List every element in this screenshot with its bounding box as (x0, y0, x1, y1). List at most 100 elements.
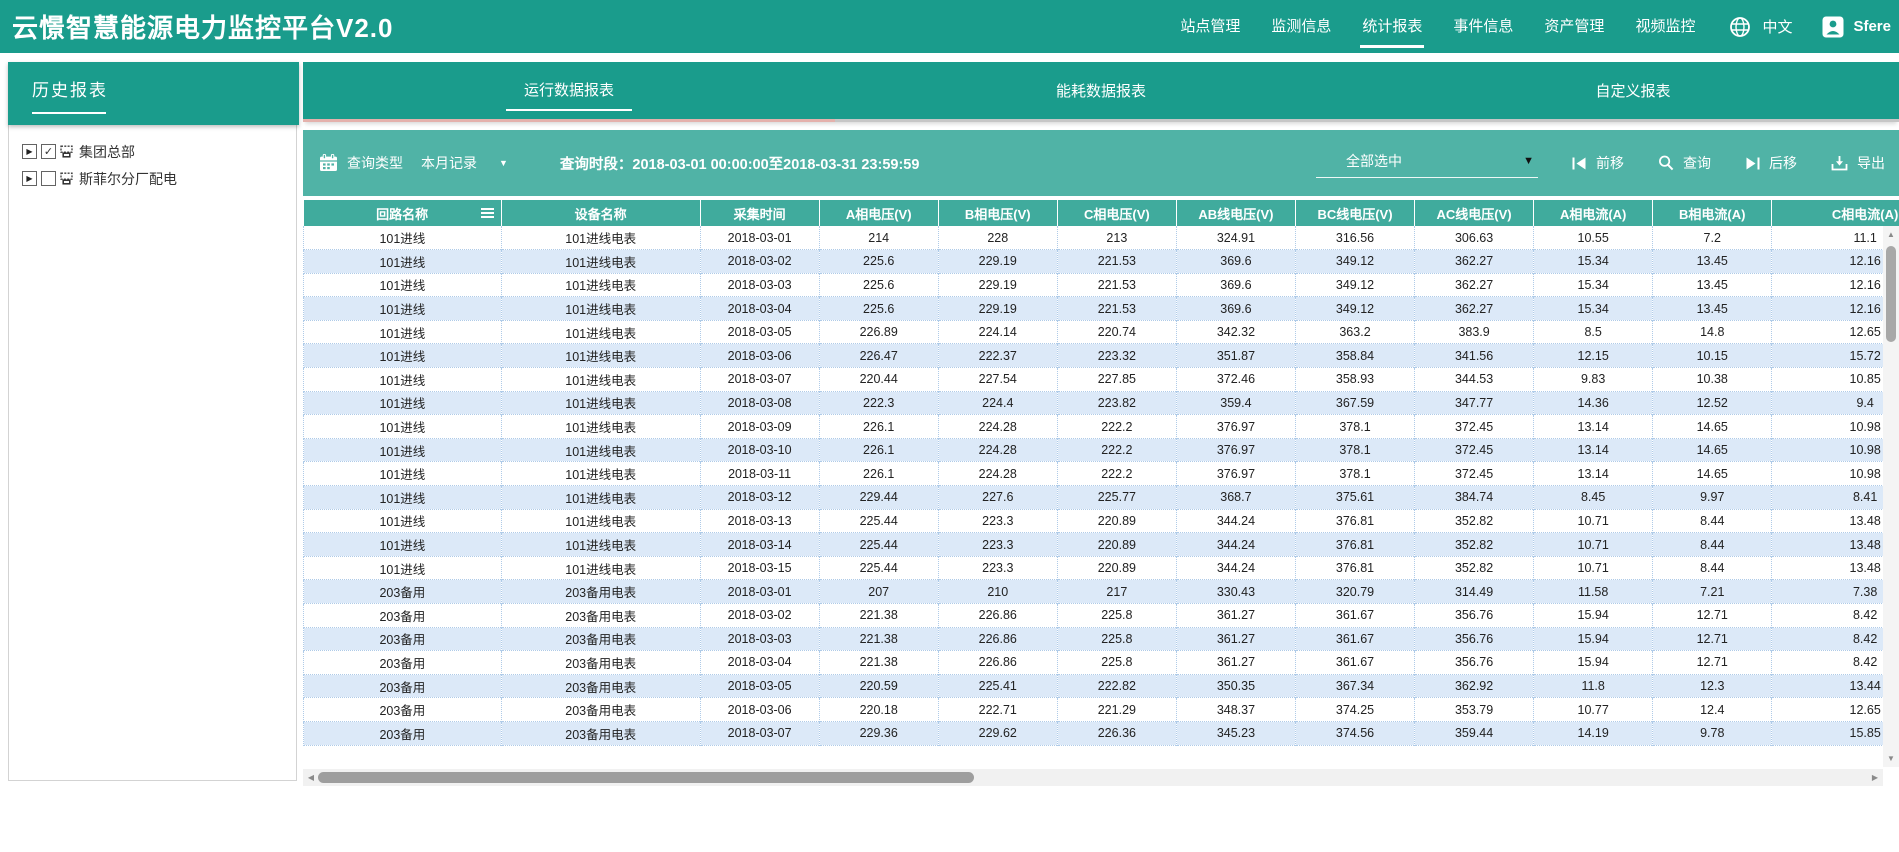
table-cell: 226.1 (819, 462, 938, 486)
table-row[interactable]: 101进线101进线电表2018-03-15225.44223.3220.893… (304, 556, 1899, 580)
table-cell: 368.7 (1176, 486, 1295, 510)
table-row[interactable]: 203备用203备用电表2018-03-04221.38226.86225.83… (304, 651, 1899, 675)
column-header-设备名称[interactable]: 设备名称 (501, 200, 700, 226)
tab-能耗数据报表[interactable]: 能耗数据报表 (835, 62, 1367, 119)
table-row[interactable]: 101进线101进线电表2018-03-09226.1224.28222.237… (304, 415, 1899, 439)
table-cell: 101进线电表 (501, 462, 700, 486)
column-header-B相电压(V)[interactable]: B相电压(V) (938, 200, 1057, 226)
table-cell: 2018-03-13 (700, 509, 819, 533)
select-all-dropdown[interactable]: 全部选中 ▼ (1316, 148, 1538, 178)
horizontal-scroll-thumb[interactable] (318, 772, 974, 783)
table-cell: 101进线电表 (501, 250, 700, 274)
table-cell: 378.1 (1295, 438, 1414, 462)
vertical-scroll-thumb[interactable] (1886, 246, 1896, 342)
table-row[interactable]: 101进线101进线电表2018-03-12229.44227.6225.773… (304, 486, 1899, 510)
table-cell: 229.19 (938, 273, 1057, 297)
tree-expander-icon[interactable]: ▶ (22, 171, 37, 186)
table-cell: 9.97 (1653, 486, 1772, 510)
tree-item-label[interactable]: 集团总部 (79, 142, 135, 162)
table-cell: 12.71 (1653, 651, 1772, 675)
tab-label: 运行数据报表 (506, 79, 632, 111)
table-cell: 225.44 (819, 509, 938, 533)
table-cell: 226.86 (938, 627, 1057, 651)
export-button[interactable]: 导出 (1831, 153, 1885, 173)
table-row[interactable]: 203备用203备用电表2018-03-05220.59225.41222.82… (304, 674, 1899, 698)
tree-item-斯菲尔分厂配电[interactable]: ▶ 斯菲尔分厂配电 (22, 165, 296, 192)
tab-自定义报表[interactable]: 自定义报表 (1367, 62, 1899, 119)
table-cell: 12.65 (1772, 698, 1899, 722)
table-cell: 356.76 (1415, 627, 1534, 651)
column-header-A相电压(V)[interactable]: A相电压(V) (819, 200, 938, 226)
table-header-row: 回路名称设备名称采集时间A相电压(V)B相电压(V)C相电压(V)AB线电压(V… (304, 200, 1899, 226)
table-row[interactable]: 203备用203备用电表2018-03-07229.36229.62226.36… (304, 721, 1899, 745)
table-row[interactable]: 101进线101进线电表2018-03-13225.44223.3220.893… (304, 509, 1899, 533)
table-row[interactable]: 203备用203备用电表2018-03-03221.38226.86225.83… (304, 627, 1899, 651)
column-header-AB线电压(V)[interactable]: AB线电压(V) (1176, 200, 1295, 226)
table-cell: 221.53 (1057, 250, 1176, 274)
tree-checkbox-checked[interactable]: ✓ (41, 144, 56, 159)
scroll-up-icon[interactable]: ▲ (1883, 226, 1899, 243)
query-type-select[interactable]: 本月记录 ▼ (421, 153, 508, 173)
prev-button[interactable]: 前移 (1572, 153, 1624, 173)
table-cell: 10.71 (1534, 533, 1653, 557)
table-cell: 203备用 (304, 721, 502, 745)
table-cell: 349.12 (1295, 273, 1414, 297)
table-cell: 15.94 (1534, 627, 1653, 651)
table-row[interactable]: 101进线101进线电表2018-03-07220.44227.54227.85… (304, 368, 1899, 392)
column-header-C相电压(V)[interactable]: C相电压(V) (1057, 200, 1176, 226)
table-row[interactable]: 101进线101进线电表2018-03-14225.44223.3220.893… (304, 533, 1899, 557)
column-header-C相电流(A)[interactable]: C相电流(A) (1772, 200, 1899, 226)
table-row[interactable]: 101进线101进线电表2018-03-10226.1224.28222.237… (304, 438, 1899, 462)
table-cell: 351.87 (1176, 344, 1295, 368)
scroll-left-icon[interactable]: ◀ (303, 769, 319, 786)
next-button[interactable]: 后移 (1745, 153, 1797, 173)
query-period-value: 2018-03-01 00:00:00至2018-03-31 23:59:59 (632, 157, 919, 173)
table-cell: 362.27 (1415, 273, 1534, 297)
tree-expander-icon[interactable]: ▶ (22, 144, 37, 159)
table-cell: 226.86 (938, 651, 1057, 675)
table-row[interactable]: 101进线101进线电表2018-03-06226.47222.37223.32… (304, 344, 1899, 368)
column-menu-icon[interactable] (481, 208, 494, 218)
table-cell: 15.94 (1534, 651, 1653, 675)
table-cell: 362.92 (1415, 674, 1534, 698)
tree-item-集团总部[interactable]: ▶ ✓ 集团总部 (22, 138, 296, 165)
table-row[interactable]: 101进线101进线电表2018-03-02225.6229.19221.533… (304, 250, 1899, 274)
table-cell: 8.42 (1772, 627, 1899, 651)
column-header-AC线电压(V)[interactable]: AC线电压(V) (1415, 200, 1534, 226)
table-row[interactable]: 203备用203备用电表2018-03-01207210217330.43320… (304, 580, 1899, 604)
column-header-回路名称[interactable]: 回路名称 (304, 200, 502, 226)
scroll-right-icon[interactable]: ▶ (1867, 769, 1883, 786)
table-row[interactable]: 203备用203备用电表2018-03-06220.18222.71221.29… (304, 698, 1899, 722)
table-cell: 229.44 (819, 486, 938, 510)
column-header-采集时间[interactable]: 采集时间 (700, 200, 819, 226)
table-row[interactable]: 203备用203备用电表2018-03-02221.38226.86225.83… (304, 604, 1899, 628)
table-cell: 203备用电表 (501, 580, 700, 604)
table-cell: 10.98 (1772, 438, 1899, 462)
table-cell: 7.38 (1772, 580, 1899, 604)
scroll-down-icon[interactable]: ▼ (1883, 750, 1899, 767)
vertical-scrollbar[interactable]: ▲ ▼ (1883, 226, 1899, 767)
horizontal-scrollbar[interactable]: ◀ ▶ (303, 769, 1883, 786)
table-cell: 220.18 (819, 698, 938, 722)
column-header-A相电流(A)[interactable]: A相电流(A) (1534, 200, 1653, 226)
column-header-B相电流(A)[interactable]: B相电流(A) (1653, 200, 1772, 226)
table-cell: 358.93 (1295, 368, 1414, 392)
column-header-BC线电压(V)[interactable]: BC线电压(V) (1295, 200, 1414, 226)
table-cell: 220.89 (1057, 556, 1176, 580)
table-cell: 362.27 (1415, 297, 1534, 321)
table-row[interactable]: 101进线101进线电表2018-03-05226.89224.14220.74… (304, 320, 1899, 344)
search-button[interactable]: 查询 (1658, 153, 1711, 173)
tree-item-label[interactable]: 斯菲尔分厂配电 (79, 169, 177, 189)
table-cell: 348.37 (1176, 698, 1295, 722)
table-row[interactable]: 101进线101进线电表2018-03-04225.6229.19221.533… (304, 297, 1899, 321)
table-row[interactable]: 101进线101进线电表2018-03-03225.6229.19221.533… (304, 273, 1899, 297)
table-cell: 101进线 (304, 344, 502, 368)
tree-checkbox-unchecked[interactable] (41, 171, 56, 186)
table-cell: 372.45 (1415, 438, 1534, 462)
site-icon (60, 172, 73, 185)
table-row[interactable]: 101进线101进线电表2018-03-08222.3224.4223.8235… (304, 391, 1899, 415)
table-row[interactable]: 101进线101进线电表2018-03-11226.1224.28222.237… (304, 462, 1899, 486)
tab-运行数据报表[interactable]: 运行数据报表 (303, 62, 835, 119)
table-row[interactable]: 101进线101进线电表2018-03-01214228213324.91316… (304, 226, 1899, 250)
table-cell: 220.44 (819, 368, 938, 392)
